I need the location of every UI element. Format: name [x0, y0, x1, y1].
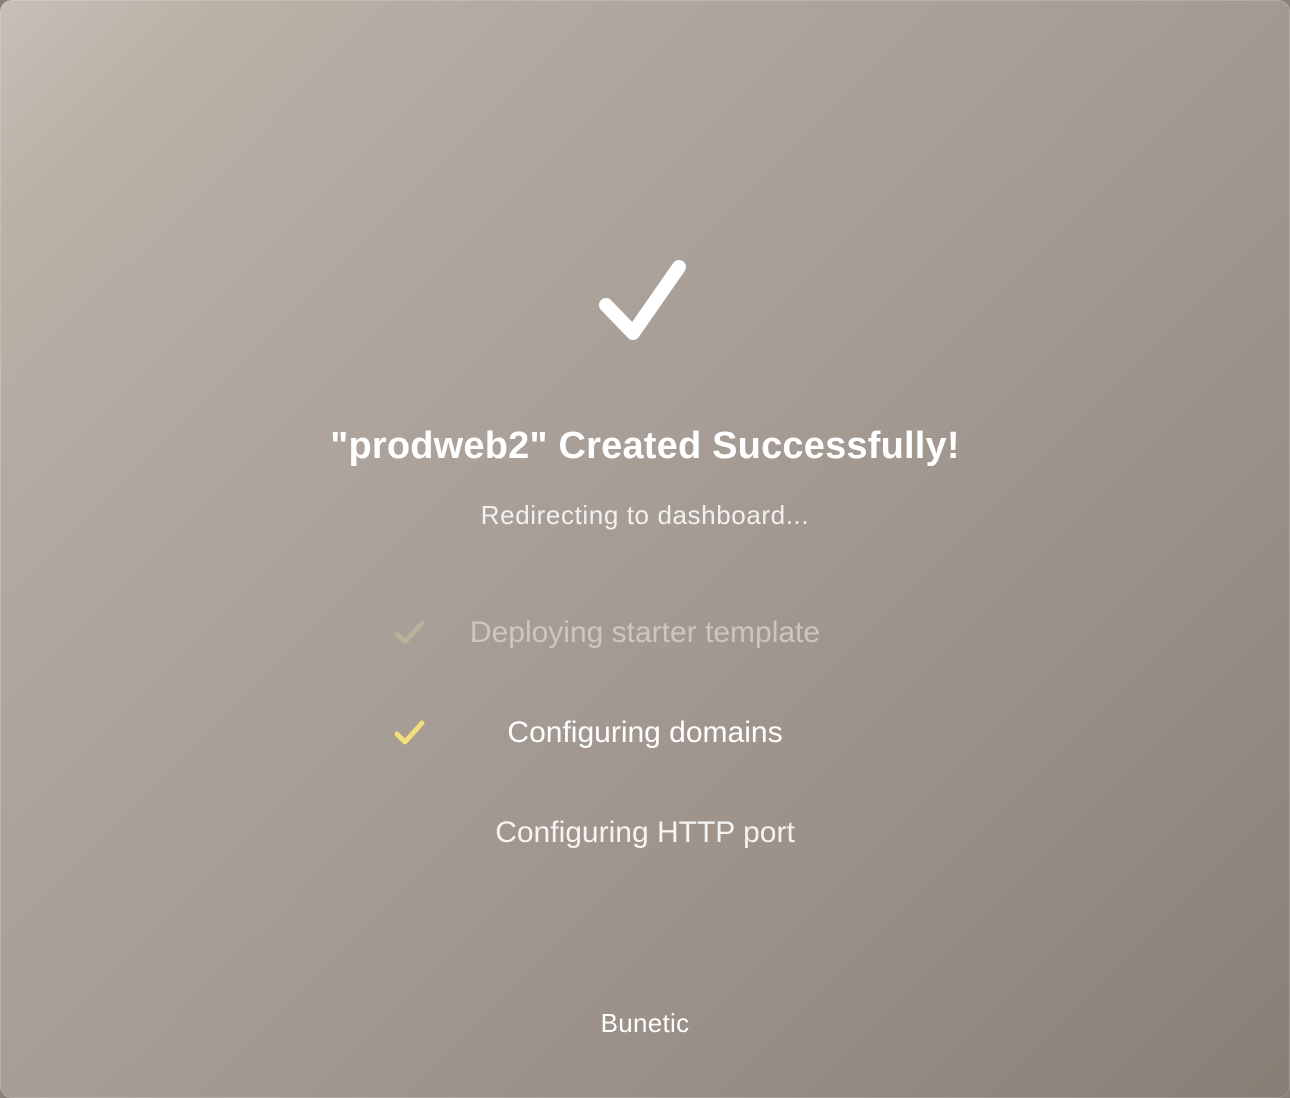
- step-label: Configuring domains: [507, 716, 783, 749]
- success-title: "prodweb2" Created Successfully!: [330, 425, 960, 467]
- step-label: Configuring HTTP port: [495, 816, 795, 849]
- checkmark-icon: [599, 260, 686, 340]
- step-configuring-domains: Configuring domains: [0, 711, 1290, 755]
- redirect-message: Redirecting to dashboard...: [480, 500, 810, 530]
- step-configuring-http-port: Configuring HTTP port: [0, 811, 1290, 855]
- success-screen: "prodweb2" Created Successfully! Redirec…: [0, 0, 1290, 1098]
- brand-name: Bunetic: [600, 1008, 690, 1038]
- step-label: Deploying starter template: [469, 616, 821, 649]
- step-deploying-template: Deploying starter template: [0, 611, 1290, 655]
